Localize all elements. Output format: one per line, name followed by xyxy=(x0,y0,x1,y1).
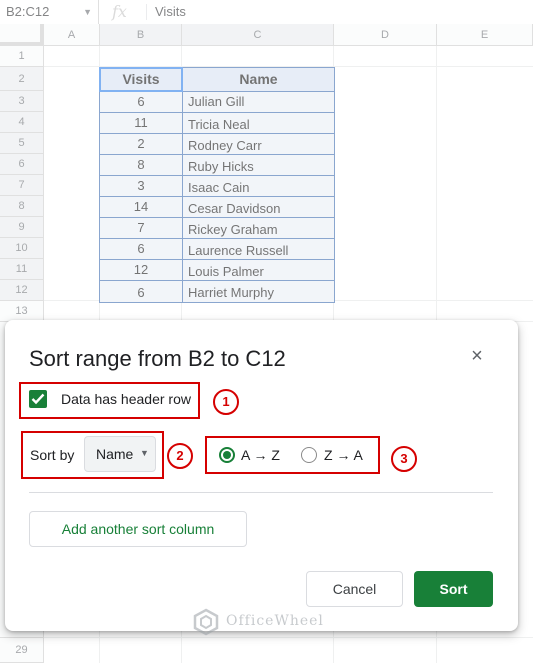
add-sort-column-button[interactable]: Add another sort column xyxy=(29,511,247,547)
annotation-box-3 xyxy=(205,436,380,474)
watermark-text: OfficeWheel xyxy=(226,613,324,629)
officewheel-logo-icon xyxy=(193,608,219,636)
annotation-marker-3: 3 xyxy=(391,446,417,472)
annotation-marker-2: 2 xyxy=(167,443,193,469)
close-icon[interactable]: × xyxy=(467,346,487,366)
divider xyxy=(29,492,493,493)
cancel-button[interactable]: Cancel xyxy=(306,571,403,607)
annotation-box-1 xyxy=(19,382,200,419)
sort-button[interactable]: Sort xyxy=(414,571,493,607)
annotation-marker-1: 1 xyxy=(213,389,239,415)
watermark: OfficeWheel xyxy=(192,608,342,636)
dialog-title: Sort range from B2 to C12 xyxy=(29,346,286,371)
annotation-box-2 xyxy=(21,431,164,479)
